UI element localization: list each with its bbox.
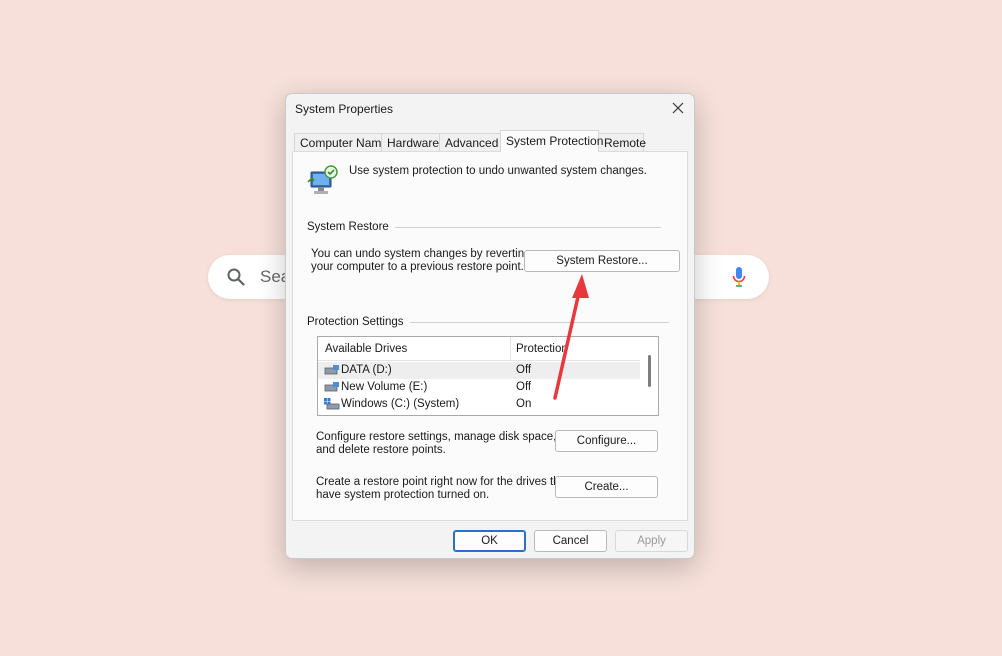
system-restore-description-line1: You can undo system changes by reverting [311,248,531,260]
configure-button[interactable]: Configure... [555,430,658,452]
tab-advanced[interactable]: Advanced [439,133,501,153]
drive-protection-status: Off [516,381,532,393]
cancel-button[interactable]: Cancel [534,530,607,552]
windows-drive-icon [324,398,340,410]
tab-remote[interactable]: Remote [598,133,646,153]
drive-icon [324,365,339,375]
drive-protection-status: On [516,398,532,410]
tab-hardware[interactable]: Hardware [381,133,440,153]
column-divider[interactable] [510,337,511,361]
column-available-drives[interactable]: Available Drives [325,343,407,355]
drive-protection-status: Off [516,364,532,376]
apply-button[interactable]: Apply [615,530,688,552]
available-drives-list[interactable]: Available Drives Protection DATA (D:) Of… [317,336,659,416]
system-properties-dialog: System Properties Computer Name Hardware… [285,93,695,559]
intro-text: Use system protection to undo unwanted s… [349,165,647,177]
close-icon [672,102,684,114]
drive-row-data-d[interactable]: DATA (D:) Off [318,362,640,379]
scrollbar-thumb[interactable] [648,355,651,387]
ok-button[interactable]: OK [453,530,526,552]
protection-settings-group-label: Protection Settings [307,316,410,328]
create-description-line1: Create a restore point right now for the… [316,476,570,488]
system-restore-group-label: System Restore [307,221,395,233]
drive-row-windows-c[interactable]: Windows (C:) (System) On [318,396,640,413]
tab-computer-name[interactable]: Computer Name [294,133,388,153]
system-protection-icon [307,165,338,194]
drive-row-new-volume-e[interactable]: New Volume (E:) Off [318,379,640,396]
create-description-line2: have system protection turned on. [316,489,490,501]
configure-description-line2: and delete restore points. [316,444,446,456]
drive-icon [324,382,339,392]
configure-description-line1: Configure restore settings, manage disk … [316,431,557,443]
system-restore-description-line2: your computer to a previous restore poin… [311,261,524,273]
drive-name: Windows (C:) (System) [341,398,460,410]
column-protection[interactable]: Protection [516,343,568,355]
system-restore-button[interactable]: System Restore... [524,250,680,272]
drives-list-header: Available Drives Protection [318,337,640,361]
drive-name: New Volume (E:) [341,381,428,393]
close-button[interactable] [662,94,694,122]
drive-name: DATA (D:) [341,364,392,376]
dialog-title: System Properties [295,102,394,116]
tab-system-protection[interactable]: System Protection [500,130,603,152]
system-protection-panel: Use system protection to undo unwanted s… [292,151,688,521]
search-icon [227,268,245,286]
create-button[interactable]: Create... [555,476,658,498]
drives-scrollbar[interactable] [640,337,658,415]
microphone-icon[interactable] [731,266,747,288]
